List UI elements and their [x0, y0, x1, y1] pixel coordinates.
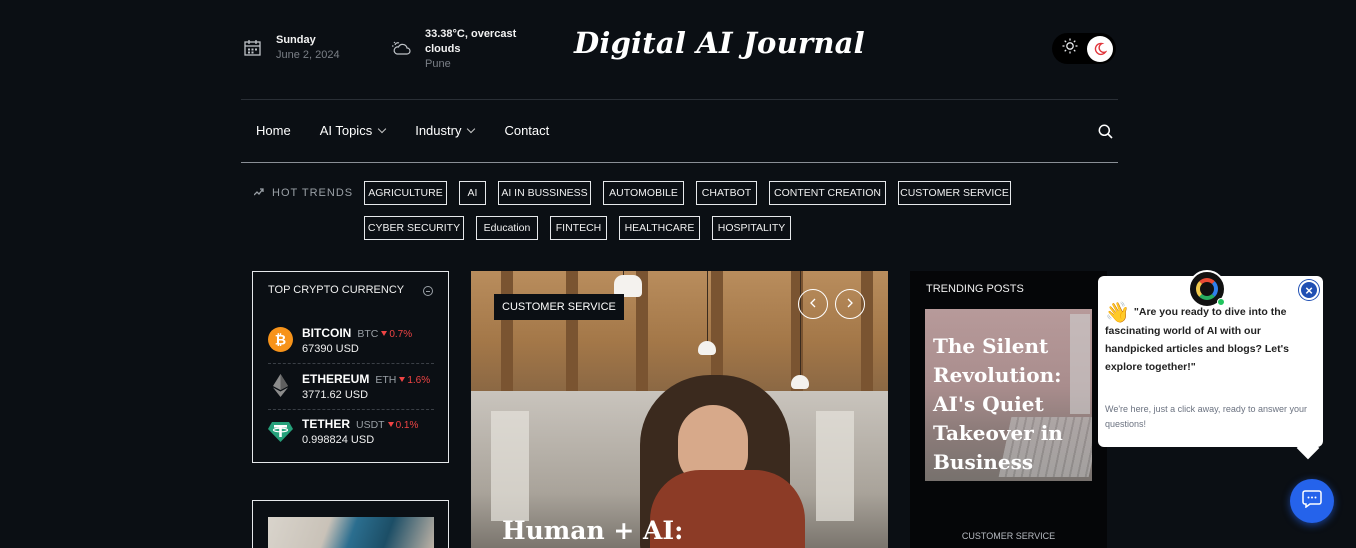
hero-image-ceiling [471, 271, 888, 391]
lamp-icon [791, 375, 809, 389]
lamp-cord [800, 271, 801, 377]
tag-education[interactable]: Education [476, 216, 538, 240]
tag-content-creation[interactable]: CONTENT CREATION [769, 181, 886, 205]
tag-ai[interactable]: AI [459, 181, 486, 205]
cloud-sun-icon [392, 41, 412, 71]
slider-prev-button[interactable] [798, 289, 828, 319]
trending-post-category[interactable]: CUSTOMER SERVICE [910, 531, 1107, 541]
chat-bubble-icon [1302, 489, 1322, 513]
tag-hospitality[interactable]: HOSPITALITY [712, 216, 791, 240]
sun-icon[interactable] [1062, 38, 1078, 59]
crypto-row-tether[interactable]: TETHER USDT 0.1% 0.998824 USD [268, 415, 434, 461]
tag-automobile[interactable]: AUTOMOBILE [603, 181, 684, 205]
wave-icon: 👋 [1105, 302, 1130, 324]
crypto-widget: TOP CRYPTO CURRENCY ₿ BITCOIN BTC 0.7% 673… [252, 271, 449, 463]
tag-healthcare[interactable]: HEALTHCARE [619, 216, 700, 240]
hero-title[interactable]: Human + AI: [502, 516, 683, 545]
main-nav: Home AI Topics Industry Contact [256, 123, 578, 138]
coin-name: BITCOIN [302, 326, 352, 340]
weather-city: Pune [425, 58, 451, 70]
trending-heading: TRENDING POSTS [926, 283, 1024, 295]
search-icon[interactable] [1098, 124, 1113, 144]
hero-image-beam [711, 271, 723, 391]
tag-customer-service[interactable]: CUSTOMER SERVICE [898, 181, 1011, 205]
coin-symbol: USDT [356, 419, 385, 431]
chat-launcher-button[interactable] [1290, 479, 1334, 523]
site-logo[interactable]: Digital AI Journal [574, 26, 865, 60]
hero-image-beam [501, 271, 513, 391]
coin-price: 3771.62 USD [302, 389, 369, 401]
chevron-down-icon [467, 124, 476, 133]
date-full: June 2, 2024 [276, 49, 340, 61]
date-day: Sunday [276, 34, 316, 46]
trending-icon [253, 187, 264, 199]
header-date: Sunday June 2, 2024 [244, 33, 340, 62]
sidebar-card[interactable] [252, 500, 449, 548]
coin-symbol: ETH [375, 374, 397, 386]
coin-price: 67390 USD [302, 343, 359, 355]
coin-change: 0.1% [395, 420, 419, 431]
nav-divider [241, 162, 1118, 163]
down-arrow-icon [381, 331, 388, 336]
coin-name: ETHEREUM [302, 372, 370, 386]
chat-close-button[interactable]: × [1299, 280, 1319, 300]
coin-symbol: BTC [357, 328, 379, 340]
down-arrow-icon [387, 422, 394, 427]
hot-trends-text: HOT TRENDS [272, 187, 354, 199]
collapse-icon[interactable] [423, 286, 433, 296]
sidebar-card-image[interactable] [268, 517, 434, 548]
hero-image-beam [566, 271, 578, 391]
ethereum-icon [273, 374, 288, 397]
header-weather: 33.38°C, overcast clouds Pune [392, 27, 525, 71]
svg-text:₿: ₿ [275, 332, 286, 348]
chevron-down-icon [377, 124, 387, 133]
coin-change: 1.6% [407, 375, 431, 386]
calendar-icon [244, 39, 261, 61]
nav-contact-label: Contact [504, 123, 550, 138]
down-arrow-icon [399, 377, 406, 382]
nav-industry-label: Industry [415, 123, 462, 138]
chevron-left-icon [809, 295, 817, 313]
theme-toggle[interactable] [1052, 33, 1116, 64]
crypto-title: TOP CRYPTO CURRENCY [268, 284, 405, 296]
trending-post-title[interactable]: The Silent Revolution: AI's Quiet Takeov… [933, 332, 1083, 477]
close-icon: × [1305, 282, 1313, 298]
tag-cyber-security[interactable]: CYBER SECURITY [364, 216, 464, 240]
coin-change: 0.7% [389, 329, 413, 340]
tag-fintech[interactable]: FINTECH [550, 216, 607, 240]
hero-image-beam [861, 271, 873, 391]
bitcoin-icon: ₿ [268, 327, 293, 352]
chat-message: 👋 "Are you ready to dive into the fascina… [1105, 303, 1315, 376]
chevron-right-icon [846, 295, 854, 313]
tag-chatbot[interactable]: CHATBOT [696, 181, 757, 205]
nav-home[interactable]: Home [256, 123, 291, 138]
hero-image-window [491, 411, 529, 521]
moon-icon[interactable] [1087, 35, 1113, 62]
crypto-divider [268, 409, 434, 410]
hero-category-badge[interactable]: CUSTOMER SERVICE [494, 294, 624, 320]
nav-contact[interactable]: Contact [504, 123, 549, 138]
hero-image-beam [791, 271, 803, 391]
lamp-icon [698, 341, 716, 355]
nav-ai-topics-label: AI Topics [319, 123, 373, 138]
coin-price: 0.998824 USD [302, 434, 375, 446]
chat-subtext: We're here, just a click away, ready to … [1105, 404, 1307, 429]
hero-image-window [816, 411, 854, 521]
tag-agriculture[interactable]: AGRICULTURE [364, 181, 447, 205]
coin-name: TETHER [302, 417, 350, 431]
weather-summary: 33.38°C, overcast clouds [425, 28, 517, 55]
brand-ring-icon [1196, 278, 1218, 300]
header-divider [241, 99, 1118, 100]
slider-next-button[interactable] [835, 289, 865, 319]
nav-industry[interactable]: Industry [415, 123, 476, 138]
nav-home-label: Home [256, 123, 291, 138]
hot-trends-label: HOT TRENDS [253, 187, 354, 199]
tag-ai-in-business[interactable]: AI IN BUSSINESS [498, 181, 591, 205]
chat-message-text: "Are you ready to dive into the fascinat… [1105, 306, 1289, 373]
crypto-divider [268, 363, 434, 364]
tether-icon [268, 422, 293, 442]
nav-ai-topics[interactable]: AI Topics [319, 123, 387, 138]
lamp-cord [707, 271, 708, 343]
